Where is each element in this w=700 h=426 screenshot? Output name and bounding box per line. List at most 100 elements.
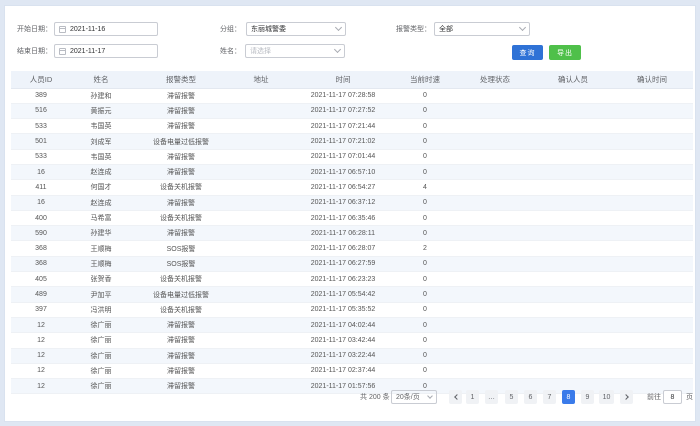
- name-select[interactable]: 请选择: [245, 44, 345, 58]
- table-cell: 滞留报警: [131, 195, 231, 211]
- table-cell: [455, 240, 535, 257]
- table-cell: 黄振元: [71, 103, 131, 120]
- table-cell: [455, 103, 535, 120]
- table-cell: [535, 286, 611, 303]
- table-row[interactable]: 16 赵连成 滞留报警 2021-11-17 06:57:10 0: [11, 164, 693, 181]
- table-row[interactable]: 12 徐广丽 滞留报警 2021-11-17 02:37:44 0: [11, 363, 693, 380]
- table-cell: [455, 363, 535, 380]
- name-select-group: 姓名： 请选择: [220, 44, 345, 58]
- page-button[interactable]: 7: [543, 390, 556, 404]
- table-cell: [231, 195, 291, 211]
- column-header[interactable]: 确认人员: [535, 71, 611, 89]
- table-cell: 滞留报警: [131, 348, 231, 364]
- table-cell: 533: [11, 118, 71, 135]
- column-header[interactable]: 处理状态: [455, 71, 535, 89]
- table-cell: [535, 256, 611, 273]
- end-date-group: 结束日期： 2021-11-17: [17, 44, 158, 58]
- table-cell: 王顺梅: [71, 240, 131, 257]
- start-date-label: 开始日期：: [17, 26, 52, 33]
- start-date-input[interactable]: 2021-11-16: [54, 22, 158, 36]
- table-row[interactable]: 489 尹加平 设备电量过低报警 2021-11-17 05:54:42 0: [11, 286, 693, 303]
- table-cell: 501: [11, 133, 71, 150]
- column-header[interactable]: 姓名: [71, 71, 131, 89]
- table-row[interactable]: 501 刘成军 设备电量过低报警 2021-11-17 07:21:02 0: [11, 133, 693, 150]
- table-row[interactable]: 16 赵连成 滞留报警 2021-11-17 06:37:12 0: [11, 195, 693, 211]
- table-cell: [611, 302, 693, 318]
- page-ellipsis[interactable]: …: [485, 390, 498, 404]
- table-row[interactable]: 400 马希富 设备关机报警 2021-11-17 06:35:46 0: [11, 210, 693, 227]
- table-row[interactable]: 411 何国才 设备关机报警 2021-11-17 06:54:27 4: [11, 179, 693, 196]
- table-cell: 滞留报警: [131, 225, 231, 242]
- table-cell: [455, 164, 535, 181]
- table-cell: 590: [11, 225, 71, 242]
- goto-page-input[interactable]: 8: [663, 390, 682, 404]
- table-row[interactable]: 405 张贺香 设备关机报警 2021-11-17 06:23:23 0: [11, 271, 693, 288]
- chevron-down-icon: [518, 23, 527, 32]
- table-row[interactable]: 368 王顺梅 SOS报警 2021-11-17 06:27:59 0: [11, 256, 693, 273]
- table-cell: [455, 133, 535, 150]
- table-cell: [535, 240, 611, 257]
- column-header[interactable]: 时间: [291, 71, 395, 89]
- end-date-input[interactable]: 2021-11-17: [54, 44, 158, 58]
- table-cell: 徐广丽: [71, 348, 131, 364]
- page-button[interactable]: 6: [524, 390, 537, 404]
- table-cell: [611, 225, 693, 242]
- table-cell: [535, 363, 611, 380]
- column-header[interactable]: 确认时间: [611, 71, 693, 89]
- table-cell: 0: [395, 225, 455, 242]
- column-header[interactable]: 人员ID: [11, 71, 71, 89]
- name-placeholder: 请选择: [250, 48, 271, 55]
- group-select[interactable]: 东丽城警委: [246, 22, 346, 36]
- table-cell: [535, 118, 611, 135]
- table-row[interactable]: 533 韦国英 滞留报警 2021-11-17 07:01:44 0: [11, 149, 693, 165]
- prev-page-button[interactable]: [449, 390, 462, 404]
- page-size-select[interactable]: 20条/页: [391, 390, 437, 404]
- table-row[interactable]: 12 徐广丽 滞留报警 2021-11-17 03:42:44 0: [11, 332, 693, 349]
- table-cell: 16: [11, 195, 71, 211]
- page-button[interactable]: 5: [505, 390, 518, 404]
- query-button[interactable]: 查询: [512, 45, 543, 60]
- table-row[interactable]: 368 王顺梅 SOS报警 2021-11-17 06:28:07 2: [11, 240, 693, 257]
- table-cell: [611, 195, 693, 211]
- end-date-label: 结束日期：: [17, 48, 52, 55]
- table-row[interactable]: 389 孙建和 滞留报警 2021-11-17 07:28:58 0: [11, 88, 693, 104]
- page-button[interactable]: 10: [599, 390, 614, 404]
- table-row[interactable]: 12 徐广丽 滞留报警 2021-11-17 04:02:44 0: [11, 317, 693, 334]
- table-cell: 滞留报警: [131, 363, 231, 380]
- table-body: 389 孙建和 滞留报警 2021-11-17 07:28:58 0 516 黄振元 滞留报警…: [11, 88, 693, 395]
- table-cell: 2021-11-17 03:42:44: [291, 332, 395, 349]
- alarm-type-select[interactable]: 全部: [434, 22, 530, 36]
- table-row[interactable]: 590 孙建华 滞留报警 2021-11-17 06:28:11 0: [11, 225, 693, 242]
- table-cell: 2021-11-17 06:54:27: [291, 179, 395, 196]
- alarm-type-group: 报警类型： 全部: [396, 22, 530, 36]
- column-header[interactable]: 当前时速: [395, 71, 455, 89]
- table-cell: 0: [395, 195, 455, 211]
- table-cell: 0: [395, 103, 455, 120]
- table-cell: [535, 210, 611, 227]
- table-cell: [535, 195, 611, 211]
- page-size-value: 20条/页: [396, 394, 420, 401]
- table-cell: 12: [11, 363, 71, 380]
- table-cell: [231, 118, 291, 135]
- table-row[interactable]: 397 冯洪明 设备关机报警 2021-11-17 05:35:52 0: [11, 302, 693, 318]
- page-button[interactable]: 9: [581, 390, 594, 404]
- table-cell: [535, 179, 611, 196]
- table-row[interactable]: 533 韦国英 滞留报警 2021-11-17 07:21:44 0: [11, 118, 693, 135]
- table-row[interactable]: 12 徐广丽 滞留报警 2021-11-17 03:22:44 0: [11, 348, 693, 364]
- page-button[interactable]: 1: [466, 390, 479, 404]
- start-date-group: 开始日期： 2021-11-16: [17, 22, 158, 36]
- table-cell: [611, 286, 693, 303]
- table-cell: 滞留报警: [131, 88, 231, 104]
- column-header[interactable]: 报警类型: [131, 71, 231, 89]
- table-cell: [231, 348, 291, 364]
- table-cell: [455, 286, 535, 303]
- next-page-button[interactable]: [620, 390, 633, 404]
- export-button[interactable]: 导出: [549, 45, 581, 60]
- table-cell: [611, 149, 693, 165]
- page-button-current[interactable]: 8: [562, 390, 575, 404]
- table-cell: 韦国英: [71, 149, 131, 165]
- table-cell: 0: [395, 317, 455, 334]
- column-header[interactable]: 地址: [231, 71, 291, 89]
- table-row[interactable]: 516 黄振元 滞留报警 2021-11-17 07:27:52 0: [11, 103, 693, 120]
- table-cell: [535, 317, 611, 334]
